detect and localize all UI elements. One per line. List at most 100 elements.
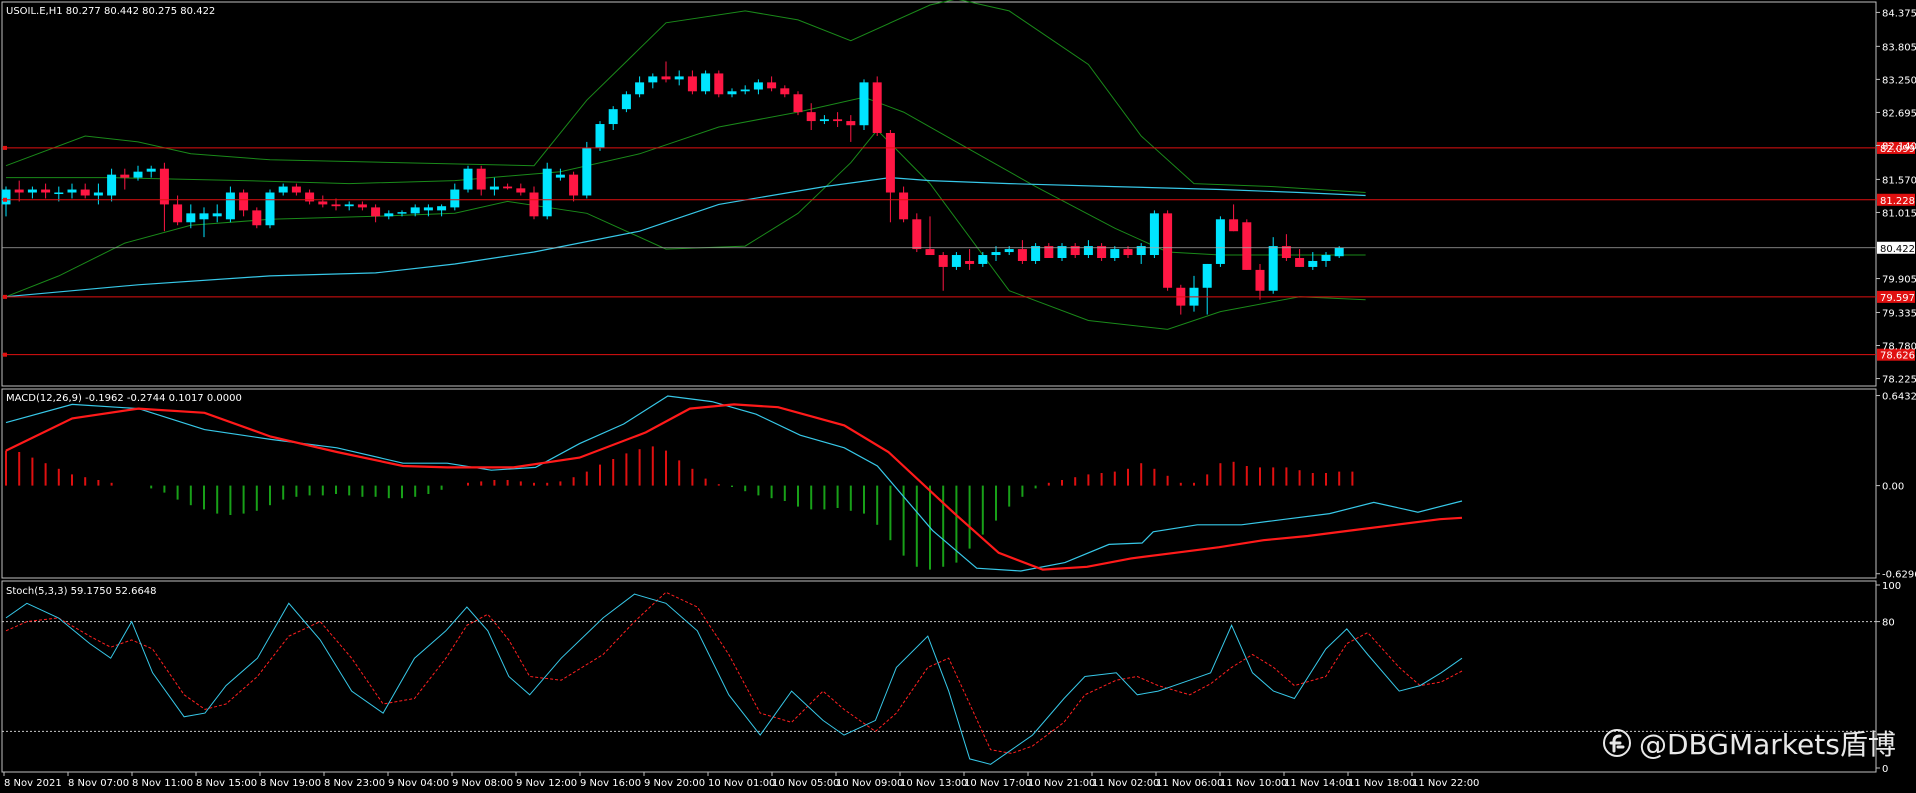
time-tick-label: 10 Nov 09:00 <box>836 778 903 789</box>
candle-body <box>423 207 433 211</box>
time-tick-label: 10 Nov 13:00 <box>900 778 967 789</box>
macd-histogram <box>5 446 1354 570</box>
candle-body <box>1 189 11 205</box>
stoch-main-line <box>5 593 1463 765</box>
time-tick-label: 9 Nov 20:00 <box>644 778 705 789</box>
candle-body <box>278 186 288 193</box>
time-tick-label: 9 Nov 04:00 <box>388 778 449 789</box>
macd-tick-label: -0.6296 <box>1882 570 1916 581</box>
candle-body <box>938 255 948 267</box>
level-price-label: 81.228 <box>1880 196 1915 207</box>
candle-body <box>542 168 552 217</box>
price-tick-label: 81.015 <box>1882 208 1916 219</box>
candle-body <box>727 91 737 95</box>
candle-body <box>1031 246 1041 261</box>
candle-body <box>1110 249 1120 258</box>
candle-body <box>753 82 763 90</box>
candle-body <box>899 192 909 220</box>
candle-body <box>1242 222 1252 270</box>
price-tick-label: 83.805 <box>1882 42 1916 53</box>
candle-body <box>212 213 222 217</box>
macd-lines <box>5 395 1463 572</box>
dbg-logo-icon <box>1603 729 1631 757</box>
watermark: @DBGMarkets盾博 <box>1603 727 1896 761</box>
candle-body <box>701 73 711 92</box>
level-marker <box>3 145 7 150</box>
stoch-tick-label: 0 <box>1882 764 1888 775</box>
candle-body <box>569 174 579 196</box>
candle-body <box>740 89 750 92</box>
candle-body <box>608 109 618 125</box>
candle-body <box>1215 219 1225 264</box>
candle-body <box>516 188 526 193</box>
time-tick-label: 8 Nov 19:00 <box>260 778 321 789</box>
candle-body <box>661 76 671 80</box>
candle-body <box>463 168 473 190</box>
macd-panel[interactable]: 0.6432 0.00 -0.6296 MACD(12,26,9) -0.1962 … <box>1 388 1916 581</box>
candle-body <box>1295 258 1305 267</box>
candle-body <box>384 213 394 217</box>
candle-body <box>885 132 895 193</box>
candle-body <box>397 212 407 214</box>
candle-body <box>582 147 592 196</box>
candle-body <box>965 260 975 264</box>
time-axis: 8 Nov 2021 8 Nov 07:00 8 Nov 11:00 8 Nov 15… <box>3 772 1479 789</box>
candle-body <box>357 204 367 208</box>
candle-body <box>1334 247 1344 257</box>
level-price-label: 79.597 <box>1880 293 1915 304</box>
price-tick-label: 78.780 <box>1882 342 1916 353</box>
candle-body <box>621 94 631 110</box>
time-tick-label: 8 Nov 07:00 <box>68 778 129 789</box>
candle-body <box>978 255 988 264</box>
candle-body <box>133 171 143 178</box>
candle-body <box>67 189 77 193</box>
candle-body <box>1321 255 1331 261</box>
candle-body <box>859 82 869 126</box>
macd-tick-label: 0.6432 <box>1882 392 1916 403</box>
candle-body <box>27 189 37 193</box>
candle-body <box>318 201 328 205</box>
time-tick-label: 11 Nov 22:00 <box>1412 778 1479 789</box>
candle-body <box>648 76 658 83</box>
candle-body <box>186 213 196 223</box>
candle-body <box>1229 219 1239 232</box>
stoch-tick-label: 100 <box>1882 581 1901 592</box>
bollinger-upper-line <box>5 0 1366 193</box>
price-tick-label: 79.335 <box>1882 308 1916 319</box>
time-tick-label: 8 Nov 23:00 <box>324 778 385 789</box>
stoch-levels <box>2 621 1876 732</box>
candle-body <box>529 192 539 217</box>
macd-line <box>5 395 1463 572</box>
candles <box>1 61 1344 315</box>
stoch-tick-label: 80 <box>1882 618 1895 629</box>
candle-body <box>146 168 156 172</box>
level-marker <box>3 352 7 357</box>
price-tick-label: 81.570 <box>1882 175 1916 186</box>
time-tick-label: 10 Nov 01:00 <box>708 778 775 789</box>
stoch-header: Stoch(5,3,3) 59.1750 52.6648 <box>6 586 157 597</box>
main-price-panel[interactable]: 82.09981.22879.59778.62680.422 84.37583.… <box>1 0 1916 387</box>
macd-axis: 0.6432 0.00 -0.6296 <box>1876 392 1916 581</box>
candle-body <box>344 204 354 207</box>
candle-body <box>371 207 381 217</box>
price-tick-label: 84.375 <box>1882 8 1916 19</box>
time-tick-label: 10 Nov 17:00 <box>964 778 1031 789</box>
macd-tick-label: 0.00 <box>1882 482 1904 493</box>
candle-body <box>120 174 130 178</box>
candle-body <box>239 192 249 211</box>
candle-body <box>199 213 209 220</box>
time-tick-label: 10 Nov 21:00 <box>1028 778 1095 789</box>
candle-body <box>1202 263 1212 288</box>
watermark-text: @DBGMarkets盾博 <box>1639 728 1896 761</box>
candle-body <box>912 219 922 250</box>
candle-body <box>846 121 856 126</box>
bollinger-lower-line <box>5 129 1366 330</box>
candle-body <box>1017 249 1027 261</box>
candle-body <box>1123 249 1133 256</box>
candle-body <box>635 82 645 95</box>
candle-body <box>265 192 275 226</box>
price-tick-label: 82.140 <box>1882 141 1916 152</box>
candle-body <box>14 189 24 193</box>
time-tick-label: 10 Nov 05:00 <box>772 778 839 789</box>
candle-body <box>41 189 51 193</box>
